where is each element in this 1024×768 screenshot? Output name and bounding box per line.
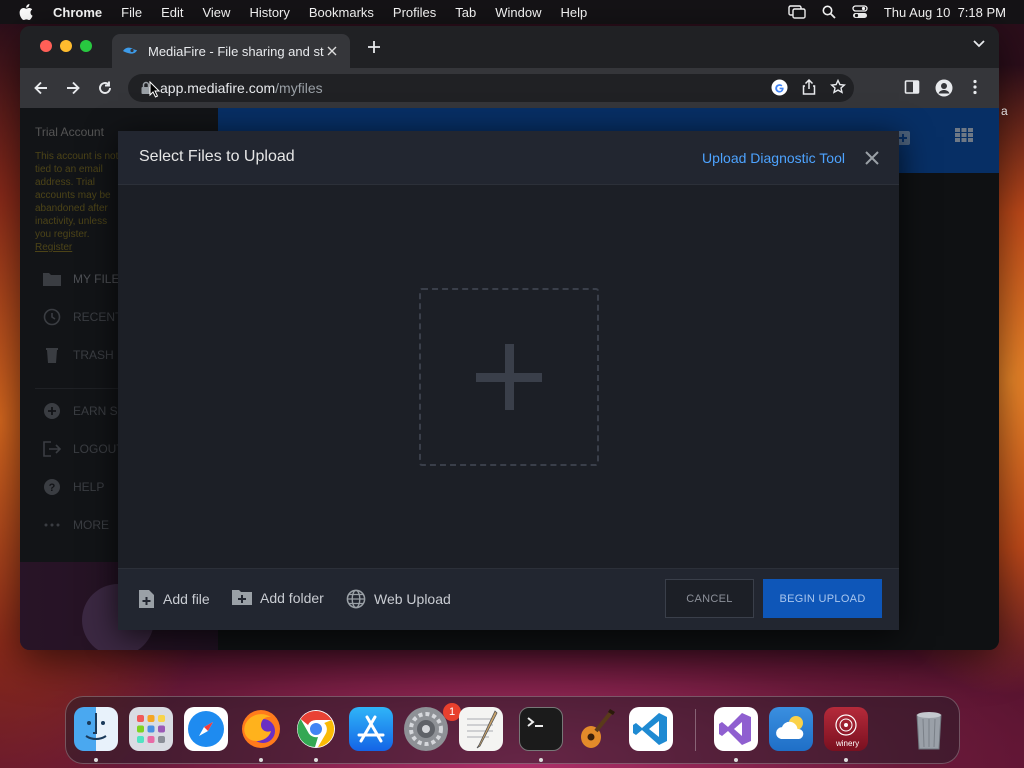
- menu-edit[interactable]: Edit: [161, 5, 183, 20]
- tab-search-chevron-icon[interactable]: [973, 40, 985, 48]
- reload-icon[interactable]: [96, 79, 114, 97]
- menu-history[interactable]: History: [249, 5, 289, 20]
- menu-clock[interactable]: Thu Aug 10 7:18 PM: [884, 5, 1006, 20]
- add-folder-icon: [232, 590, 252, 605]
- dock-launchpad-icon[interactable]: [129, 707, 173, 751]
- screen-mirroring-icon[interactable]: [788, 5, 806, 19]
- dock-running-indicator: [94, 758, 98, 762]
- dock: 1 winery: [65, 696, 960, 764]
- bookmark-star-icon[interactable]: [830, 79, 846, 95]
- dock-running-indicator: [844, 758, 848, 762]
- upload-dialog-title: Select Files to Upload: [139, 148, 295, 165]
- web-upload-button[interactable]: Web Upload: [346, 589, 451, 609]
- tab-close-icon[interactable]: [324, 43, 340, 59]
- mouse-pointer-icon: [149, 81, 160, 98]
- dock-firefox-icon[interactable]: [239, 707, 283, 751]
- cancel-button[interactable]: CANCEL: [665, 579, 754, 618]
- browser-toolbar: app.mediafire.com/myfiles: [20, 68, 999, 108]
- dock-running-indicator: [259, 758, 263, 762]
- dock-running-indicator: [539, 758, 543, 762]
- menu-window[interactable]: Window: [495, 5, 541, 20]
- back-arrow-icon[interactable]: [32, 79, 50, 97]
- menu-bookmarks[interactable]: Bookmarks: [309, 5, 374, 20]
- minimize-window-button[interactable]: [60, 40, 72, 52]
- zoom-window-button[interactable]: [80, 40, 92, 52]
- begin-upload-button[interactable]: BEGIN UPLOAD: [763, 579, 882, 618]
- close-icon[interactable]: [863, 149, 881, 167]
- dock-visual-studio-icon[interactable]: [714, 707, 758, 751]
- google-icon[interactable]: [771, 79, 788, 96]
- add-file-label: Add file: [163, 591, 210, 607]
- dock-vscode-icon[interactable]: [629, 707, 673, 751]
- add-file-icon: [139, 590, 154, 608]
- side-panel-icon[interactable]: [904, 79, 920, 95]
- menu-profiles[interactable]: Profiles: [393, 5, 436, 20]
- plus-icon: [476, 344, 542, 410]
- web-upload-label: Web Upload: [374, 591, 451, 607]
- upload-dialog-footer: Add file Add folder Web Upload CANCEL BE…: [118, 568, 899, 630]
- profile-avatar-icon[interactable]: [935, 79, 953, 97]
- share-icon[interactable]: [802, 79, 816, 95]
- url-host: app.mediafire.com: [160, 80, 276, 96]
- menu-file[interactable]: File: [121, 5, 142, 20]
- menu-view[interactable]: View: [202, 5, 230, 20]
- dock-chrome-icon[interactable]: [294, 707, 338, 751]
- new-tab-icon[interactable]: [365, 38, 383, 56]
- mediafire-favicon-icon: [123, 47, 137, 54]
- tab-title: MediaFire - File sharing and sto: [148, 43, 324, 59]
- dock-app-store-icon[interactable]: [349, 707, 393, 751]
- apple-icon[interactable]: [19, 4, 33, 20]
- add-folder-button[interactable]: Add folder: [232, 589, 324, 606]
- url-path: /myfiles: [275, 80, 323, 96]
- dock-safari-icon[interactable]: [184, 707, 228, 751]
- dock-separator: [695, 709, 696, 751]
- menu-help[interactable]: Help: [561, 5, 588, 20]
- add-file-button[interactable]: Add file: [138, 589, 210, 609]
- forward-arrow-icon[interactable]: [64, 79, 82, 97]
- menu-tab[interactable]: Tab: [455, 5, 476, 20]
- background-window-edge-text: a: [1001, 104, 1008, 118]
- winery-label: winery: [836, 739, 860, 748]
- dock-system-settings-icon[interactable]: [404, 707, 448, 751]
- dock-finder-icon[interactable]: [74, 707, 118, 751]
- upload-dialog: Select Files to Upload Upload Diagnostic…: [118, 131, 899, 630]
- file-drop-zone[interactable]: [419, 288, 599, 466]
- close-window-button[interactable]: [40, 40, 52, 52]
- dock-running-indicator: [314, 758, 318, 762]
- dock-trash-icon[interactable]: [907, 707, 951, 751]
- upload-dialog-header: Select Files to Upload Upload Diagnostic…: [118, 131, 899, 185]
- control-center-icon[interactable]: [852, 5, 868, 19]
- dock-terminal-icon[interactable]: [519, 707, 563, 751]
- upload-diagnostic-tool-link[interactable]: Upload Diagnostic Tool: [702, 150, 845, 166]
- tab-mediafire[interactable]: MediaFire - File sharing and sto: [112, 34, 350, 68]
- tab-strip: MediaFire - File sharing and sto: [20, 26, 999, 68]
- add-folder-label: Add folder: [260, 589, 324, 606]
- dock-garageband-icon[interactable]: [574, 707, 618, 751]
- address-bar[interactable]: app.mediafire.com/myfiles: [128, 74, 854, 102]
- dock-weather-icon[interactable]: [769, 707, 813, 751]
- menu-bar: Chrome File Edit View History Bookmarks …: [0, 0, 1024, 24]
- dock-textedit-icon[interactable]: [459, 707, 503, 751]
- menu-app-chrome[interactable]: Chrome: [53, 5, 102, 20]
- more-vertical-icon[interactable]: [973, 79, 977, 95]
- spotlight-search-icon[interactable]: [822, 5, 836, 19]
- globe-icon: [346, 589, 366, 609]
- dock-running-indicator: [734, 758, 738, 762]
